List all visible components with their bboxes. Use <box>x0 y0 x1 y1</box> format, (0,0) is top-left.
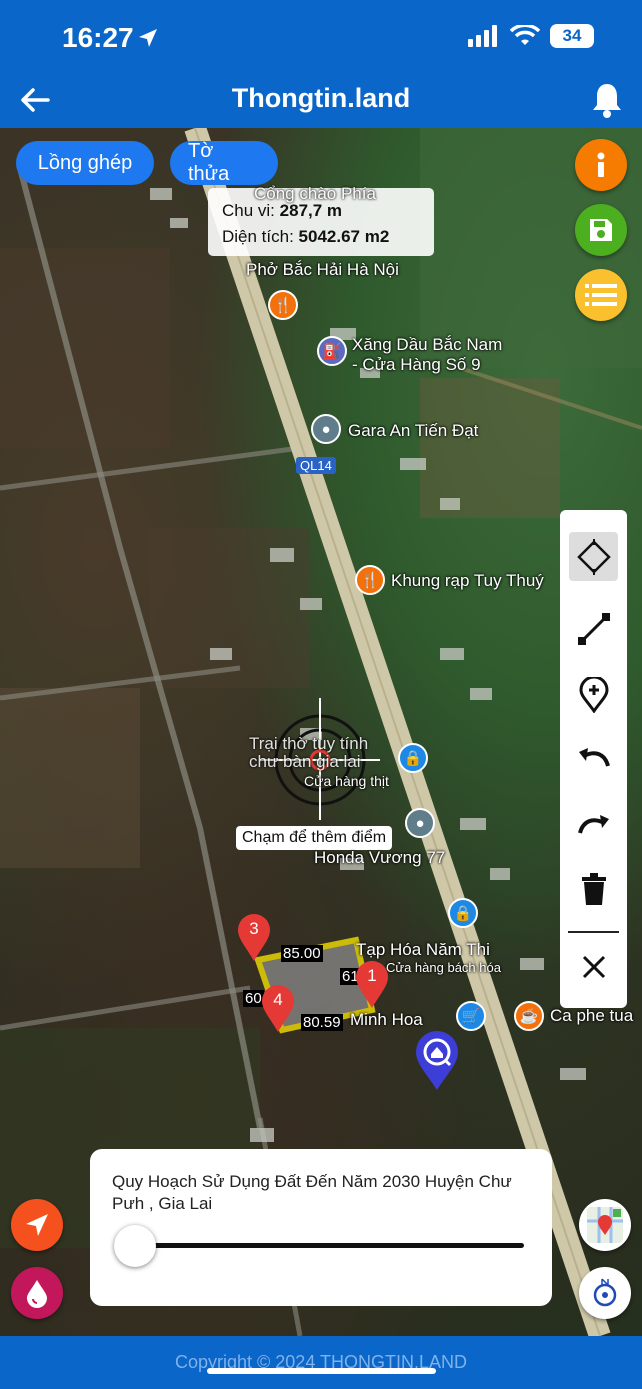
highway-shield: QL14 <box>296 457 336 474</box>
status-icons: 34 <box>468 24 594 48</box>
poi-label: Honda Vương 77 <box>314 848 446 867</box>
delete-button[interactable] <box>569 864 618 913</box>
home-indicator[interactable] <box>207 1368 436 1374</box>
vertex-number: 1 <box>367 966 377 985</box>
status-bar: 16:27 34 <box>0 0 642 75</box>
home-search-marker-icon[interactable] <box>414 1030 460 1092</box>
poi-label: Tạp Hóa Năm Thi <box>356 940 490 959</box>
wifi-icon <box>510 25 540 45</box>
chip-long-ghep[interactable]: Lồng ghép <box>16 141 154 185</box>
redo-button[interactable] <box>569 799 618 848</box>
cafe-icon[interactable]: ☕ <box>514 1001 544 1031</box>
add-point-button[interactable] <box>569 670 618 719</box>
drawing-toolbar <box>560 510 627 1008</box>
status-time: 16:27 <box>62 22 134 53</box>
undo-button[interactable] <box>569 732 618 781</box>
poi-label: Xăng Dầu Bắc Nam - Cửa Hàng Số 9 <box>352 335 503 374</box>
compass-button[interactable] <box>579 1267 631 1319</box>
save-icon <box>590 219 612 241</box>
opacity-slider-thumb[interactable] <box>114 1225 156 1267</box>
water-button[interactable] <box>11 1267 63 1319</box>
area-value: 5042.67 m2 <box>298 227 390 246</box>
layer-opacity-card: Quy Hoạch Sử Dụng Đất Đến Năm 2030 Huyện… <box>90 1149 552 1306</box>
bell-icon[interactable] <box>590 81 624 119</box>
poi-label: Trại thờ tuy tính chư bàn gia lai <box>249 734 369 771</box>
line-tool-button[interactable] <box>569 604 618 653</box>
location-arrow-icon <box>139 29 157 47</box>
add-location-icon <box>578 676 609 713</box>
line-tool-icon <box>577 612 610 645</box>
diamond-select-icon <box>576 538 611 575</box>
battery-indicator: 34 <box>550 24 594 48</box>
vertex-marker[interactable]: 3 <box>236 913 272 963</box>
footer: Copyright © 2024 THONGTIN.LAND <box>0 1336 642 1389</box>
navigation-arrow-icon <box>26 1214 48 1236</box>
info-button[interactable] <box>575 139 627 191</box>
list-button[interactable] <box>575 269 627 321</box>
shop-icon[interactable]: 🔒 <box>448 898 478 928</box>
compass-icon <box>593 1278 617 1307</box>
vertex-marker[interactable]: 1 <box>354 960 390 1010</box>
layer-title: Quy Hoạch Sử Dụng Đất Đến Năm 2030 Huyện… <box>112 1172 512 1213</box>
undo-icon <box>578 747 610 767</box>
poi-label: Phở Bắc Hải Hà Nội <box>246 260 399 279</box>
cart-icon[interactable]: 🛒 <box>456 1001 486 1031</box>
edge-length-label: 80.59 <box>301 1014 343 1031</box>
poi-label: Cổng chào Phía <box>254 184 376 203</box>
app-title: Thongtin.land <box>231 83 411 113</box>
toolbar-divider <box>568 931 619 933</box>
gas-station-icon[interactable]: ⛽ <box>317 336 347 366</box>
redo-icon <box>577 814 609 834</box>
select-tool-button[interactable] <box>569 532 618 581</box>
poi-label: Cửa hàng thịt <box>304 773 389 789</box>
signal-icon <box>468 25 497 47</box>
edge-length-label: 85.00 <box>281 945 323 962</box>
vertex-number: 3 <box>249 919 259 938</box>
map-layer-button[interactable] <box>579 1199 631 1251</box>
info-icon <box>597 152 605 177</box>
area-label: Diện tích: <box>222 227 294 246</box>
locate-button[interactable] <box>11 1199 63 1251</box>
restaurant-icon[interactable]: 🍴 <box>268 290 298 320</box>
poi-label: Minh Hoa <box>350 1010 423 1029</box>
save-button[interactable] <box>575 204 627 256</box>
list-icon <box>585 284 617 306</box>
poi-label: Ca phe tua <box>550 1006 634 1025</box>
poi-label: Cửa hàng bách hóa <box>386 960 501 975</box>
place-icon[interactable]: ● <box>311 414 341 444</box>
poi-label: Khung rạp Tuy Thuý <box>391 571 544 590</box>
water-drop-icon <box>27 1280 47 1308</box>
opacity-slider-track[interactable] <box>132 1243 524 1248</box>
poi-label: Gara An Tiến Đạt <box>348 421 479 440</box>
tap-hint: Chạm để thêm điểm <box>236 826 393 850</box>
close-icon <box>582 955 605 978</box>
shop-icon[interactable]: 🔒 <box>398 743 428 773</box>
close-tool-button[interactable] <box>569 942 618 991</box>
vertex-marker[interactable]: 4 <box>260 984 296 1034</box>
vertex-number: 4 <box>273 990 283 1009</box>
place-icon[interactable]: ● <box>405 808 435 838</box>
map-layer-icon <box>587 1207 623 1243</box>
app-header: Thongtin.land <box>0 75 642 128</box>
restaurant-icon[interactable]: 🍴 <box>355 565 385 595</box>
trash-icon <box>581 872 606 905</box>
chip-to-thua[interactable]: Tờ thửa <box>170 140 278 185</box>
satellite-map[interactable]: Lồng ghép Tờ thửa Chu vi: 287,7 m Diện t… <box>0 128 642 1336</box>
